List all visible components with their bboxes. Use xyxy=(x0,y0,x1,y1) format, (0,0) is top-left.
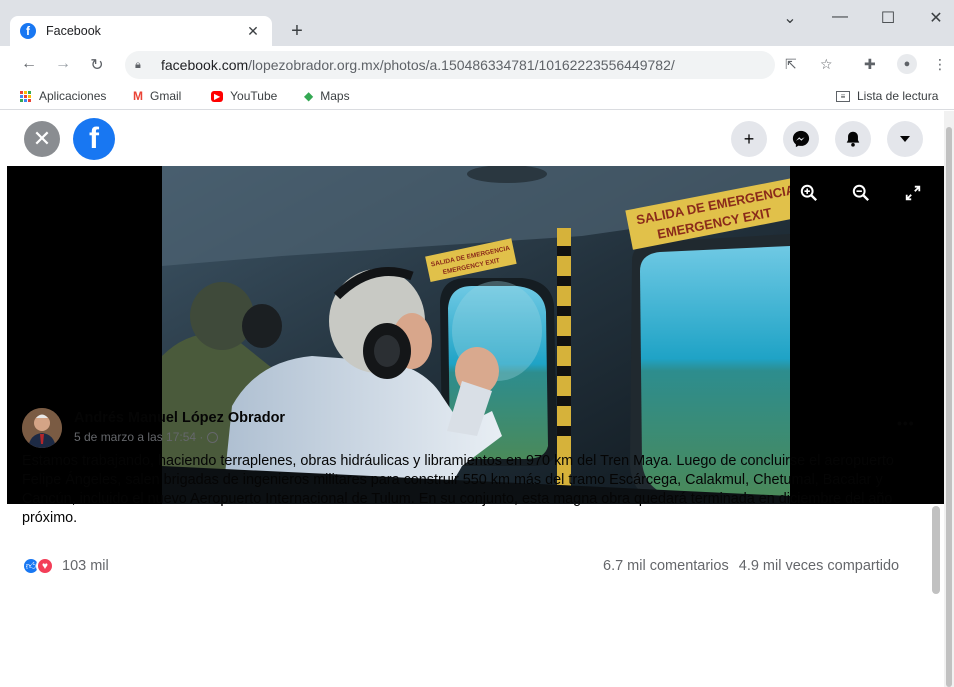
bookmark-youtube[interactable]: ▶ YouTube xyxy=(211,89,277,103)
more-options-icon[interactable]: ••• xyxy=(897,415,915,431)
apps-grid-icon xyxy=(20,90,31,102)
bookmarks-bar: Aplicaciones M Gmail ▶ YouTube ◆ Maps ≡ … xyxy=(0,84,954,110)
messenger-icon xyxy=(792,130,810,148)
plus-icon: + xyxy=(743,128,755,149)
tab-search-icon[interactable]: ⌄ xyxy=(780,8,800,28)
bookmark-maps[interactable]: ◆ Maps xyxy=(304,89,350,103)
youtube-icon: ▶ xyxy=(211,90,224,102)
post-caption: Estamos trabajando, haciendo terraplenes… xyxy=(22,453,894,526)
bookmark-label: Gmail xyxy=(150,89,182,103)
love-reaction-icon: ♥ xyxy=(36,557,54,575)
bookmark-gmail[interactable]: M Gmail xyxy=(133,89,181,103)
extensions-icon[interactable]: ✚ xyxy=(864,56,876,73)
profile-avatar-icon[interactable]: ● xyxy=(897,54,917,74)
tab-facebook[interactable]: f Facebook ✕ xyxy=(10,16,272,46)
account-button[interactable] xyxy=(887,121,923,157)
gmail-icon: M xyxy=(133,89,143,103)
menu-icon[interactable]: ⋮ xyxy=(933,56,947,73)
messenger-button[interactable] xyxy=(783,121,819,157)
reactions-summary[interactable]: 👍︎ ♥ 103 mil xyxy=(22,557,109,575)
lock-icon[interactable]: 🔒︎ xyxy=(135,59,149,72)
viewer-top-bar: ✕ f + xyxy=(0,111,940,167)
zoom-out-icon[interactable] xyxy=(849,184,873,207)
reading-list-label: Lista de lectura xyxy=(857,89,939,103)
reading-list-icon: ≡ xyxy=(836,90,850,102)
url-path: /lopezobrador.org.mx/photos/a.1504863347… xyxy=(248,57,675,73)
url-text: facebook.com/lopezobrador.org.mx/photos/… xyxy=(161,57,675,73)
shares-count[interactable]: 4.9 mil veces compartido xyxy=(739,558,899,574)
bookmark-label: Aplicaciones xyxy=(39,89,107,103)
notifications-button[interactable] xyxy=(835,121,871,157)
address-bar[interactable]: 🔒︎ facebook.com/lopezobrador.org.mx/phot… xyxy=(125,51,833,79)
facebook-logo-icon[interactable]: f xyxy=(73,118,115,160)
page-scrollbar[interactable] xyxy=(944,111,954,687)
browser-toolbar: ← → ↻ 🔒︎ facebook.com/lopezobrador.org.m… xyxy=(0,46,954,84)
caret-down-icon xyxy=(900,136,910,142)
reading-list-button[interactable]: ≡ Lista de lectura xyxy=(836,89,938,103)
tab-close-icon[interactable]: ✕ xyxy=(244,23,262,40)
bookmark-star-icon[interactable]: ☆ xyxy=(820,56,833,73)
minimize-icon[interactable]: — xyxy=(830,8,850,26)
create-button[interactable]: + xyxy=(731,121,767,157)
window-close-icon[interactable]: ✕ xyxy=(926,8,946,28)
maps-icon: ◆ xyxy=(304,89,314,103)
bookmark-apps[interactable]: Aplicaciones xyxy=(20,89,106,103)
back-icon[interactable]: ← xyxy=(16,55,42,73)
author-avatar[interactable] xyxy=(22,408,62,448)
globe-icon xyxy=(207,431,219,443)
maximize-icon[interactable]: ☐ xyxy=(878,8,898,28)
post-meta: 5 de marzo a las 17:54 · xyxy=(74,430,219,444)
bookmark-label: YouTube xyxy=(230,89,278,103)
bell-icon xyxy=(846,131,860,147)
reload-icon[interactable]: ↻ xyxy=(84,55,110,75)
share-icon[interactable]: ⇱ xyxy=(785,56,797,73)
tab-strip: f Facebook ✕ + ⌄ — ☐ ✕ xyxy=(0,0,954,46)
fullscreen-icon[interactable] xyxy=(901,184,925,207)
info-scrollbar[interactable] xyxy=(932,506,940,594)
avatar-image xyxy=(22,408,62,448)
author-name[interactable]: Andrés Manuel López Obrador xyxy=(74,410,285,426)
close-icon: ✕ xyxy=(32,126,52,151)
post-stats: 6.7 mil comentarios 4.9 mil veces compar… xyxy=(603,558,899,574)
page-scrollbar-thumb[interactable] xyxy=(946,127,952,687)
zoom-in-icon[interactable] xyxy=(797,184,821,207)
close-viewer-button[interactable]: ✕ xyxy=(24,121,60,157)
photo-viewer: ✕ f + SALIDA DE EMERGENCIA EMERGENCY EXI… xyxy=(0,111,954,687)
bookmark-label: Maps xyxy=(320,89,350,103)
new-tab-button[interactable]: + xyxy=(286,18,308,44)
forward-icon[interactable]: → xyxy=(50,55,76,73)
reactions-count: 103 mil xyxy=(62,558,109,574)
post-date[interactable]: 5 de marzo a las 17:54 · xyxy=(74,430,203,444)
facebook-favicon-icon: f xyxy=(20,23,36,39)
comments-count[interactable]: 6.7 mil comentarios xyxy=(603,558,729,574)
tab-title: Facebook xyxy=(46,24,101,38)
url-domain: facebook.com xyxy=(161,57,249,73)
